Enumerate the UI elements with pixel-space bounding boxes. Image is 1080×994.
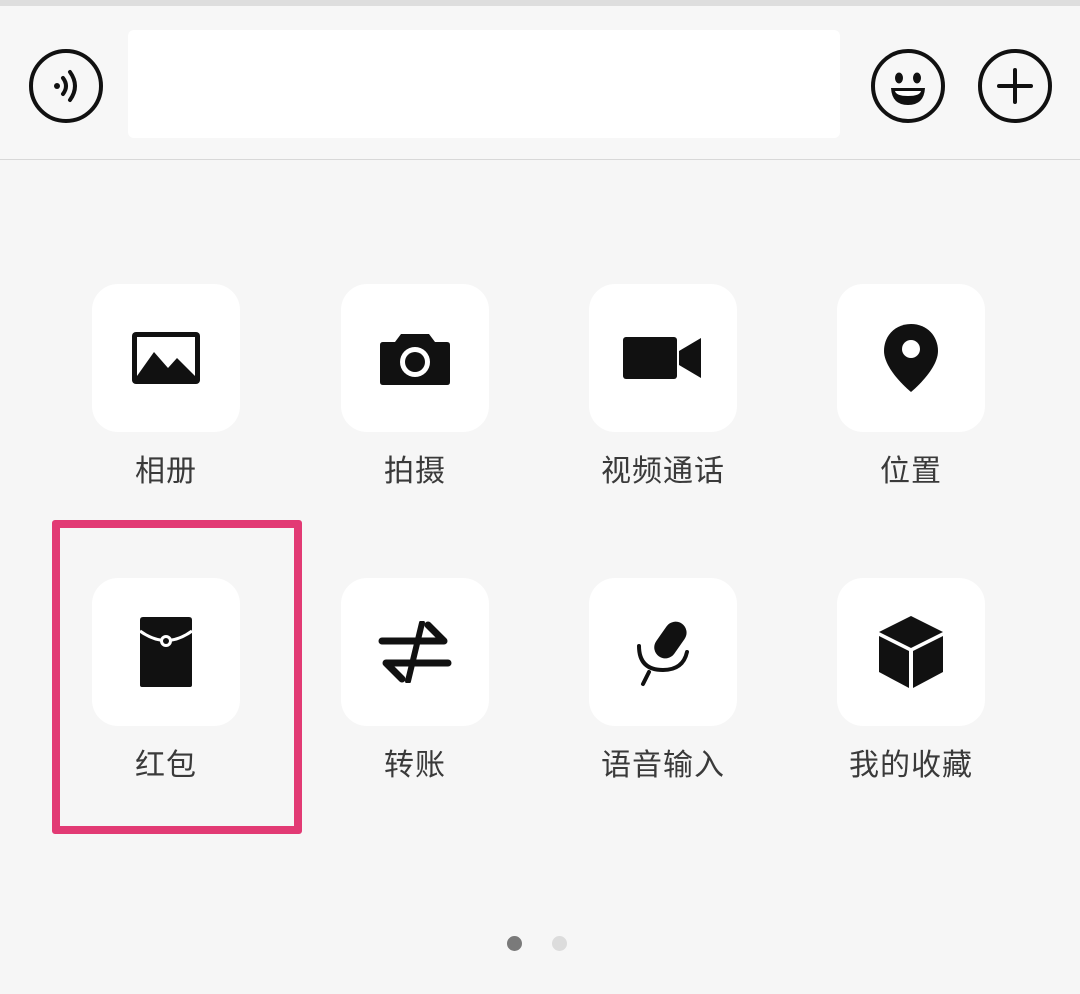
page-dot-2[interactable] [552, 936, 567, 951]
favorites-label: 我的收藏 [849, 748, 973, 783]
camera-icon [380, 334, 450, 385]
red-packet-icon-box [92, 578, 240, 726]
message-input[interactable] [128, 30, 840, 138]
location-label: 位置 [880, 454, 942, 489]
more-functions-button[interactable] [978, 49, 1052, 123]
page-indicator [0, 936, 1080, 952]
favorites-tile[interactable]: 我的收藏 [837, 578, 985, 788]
location-icon-box [837, 284, 985, 432]
voice-input-label: 语音输入 [601, 748, 725, 783]
camera-icon-box [341, 284, 489, 432]
favorites-cube-icon [879, 616, 943, 688]
emoji-icon [891, 72, 925, 105]
function-panel: 相册 拍摄 视频通话 位置 红包 转账 语音输入 我的收藏 [0, 160, 1080, 994]
video-call-icon [623, 337, 701, 379]
favorites-icon-box [837, 578, 985, 726]
album-label: 相册 [135, 454, 197, 489]
album-icon-box [92, 284, 240, 432]
location-pin-icon [884, 324, 938, 392]
video-call-label: 视频通话 [601, 454, 725, 489]
photo-album-icon [132, 332, 200, 384]
voice-button[interactable] [29, 49, 103, 123]
location-tile[interactable]: 位置 [837, 284, 985, 494]
camera-label: 拍摄 [384, 454, 446, 489]
voice-input-icon-box [589, 578, 737, 726]
video-call-tile[interactable]: 视频通话 [589, 284, 737, 494]
voice-icon [54, 70, 77, 102]
album-tile[interactable]: 相册 [92, 284, 240, 494]
red-packet-tile[interactable]: 红包 [92, 578, 240, 788]
red-packet-label: 红包 [135, 748, 197, 783]
chat-input-bar [0, 6, 1080, 160]
voice-input-tile[interactable]: 语音输入 [589, 578, 737, 788]
transfer-tile[interactable]: 转账 [341, 578, 489, 788]
transfer-label: 转账 [384, 748, 446, 783]
emoji-button[interactable] [871, 49, 945, 123]
camera-tile[interactable]: 拍摄 [341, 284, 489, 494]
microphone-icon [637, 621, 689, 686]
red-packet-icon [139, 617, 193, 687]
transfer-arrows-icon [378, 621, 452, 683]
plus-icon [997, 68, 1033, 104]
page-dot-1[interactable] [507, 936, 522, 951]
video-call-icon-box [589, 284, 737, 432]
transfer-icon-box [341, 578, 489, 726]
